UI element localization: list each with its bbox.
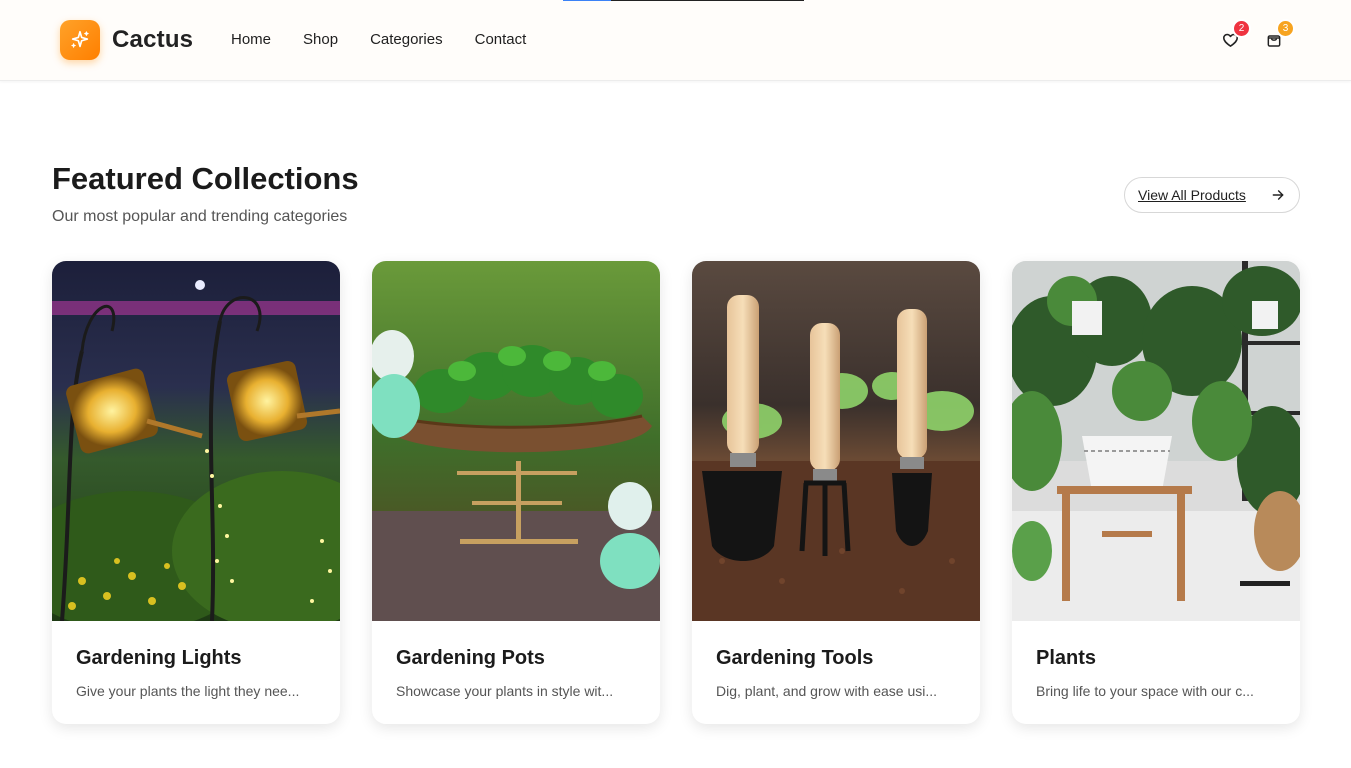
section-subtitle: Our most popular and trending categories (52, 208, 348, 225)
card-description: Bring life to your space with our c... (1036, 683, 1254, 699)
view-all-products-button[interactable]: View All Products (1124, 177, 1300, 213)
card-title: Plants (1036, 647, 1097, 669)
collection-card-gardening-pots[interactable]: Gardening Pots Showcase your plants in s… (372, 261, 660, 724)
card-description: Give your plants the light they nee... (76, 683, 300, 699)
nav-home[interactable]: Home (231, 31, 271, 48)
card-description: Dig, plant, and grow with ease usi... (716, 683, 938, 699)
arrow-right-icon (1272, 190, 1284, 200)
gardening-tools-image (692, 261, 980, 621)
page-loading-bar (563, 0, 804, 1)
main-nav: Home Shop Categories Contact (231, 31, 526, 48)
collection-card-gardening-tools[interactable]: Gardening Tools Dig, plant, and grow wit… (692, 261, 980, 724)
site-header: Cactus Home Shop Categories Contact 2 3 (0, 0, 1351, 81)
card-title: Gardening Tools (716, 647, 874, 669)
gardening-pots-image (372, 261, 660, 621)
collection-card-plants[interactable]: Plants Bring life to your space with our… (1012, 261, 1300, 724)
card-title: Gardening Pots (396, 647, 545, 669)
nav-categories[interactable]: Categories (370, 31, 443, 48)
gardening-lights-image (52, 261, 340, 621)
card-title: Gardening Lights (76, 647, 242, 669)
cart-count-badge: 3 (1276, 19, 1295, 38)
sparkle-icon (60, 20, 100, 60)
plants-image (1012, 261, 1300, 621)
collection-card-gardening-lights[interactable]: Gardening Lights Give your plants the li… (52, 261, 340, 724)
card-description: Showcase your plants in style wit... (396, 683, 614, 699)
brand-name: Cactus (112, 26, 194, 53)
section-title: Featured Collections (52, 161, 359, 196)
view-all-label: View All Products (1138, 187, 1246, 203)
wishlist-count-badge: 2 (1232, 19, 1251, 38)
brand-logo-link[interactable]: Cactus (60, 20, 193, 60)
nav-shop[interactable]: Shop (303, 31, 338, 48)
nav-contact[interactable]: Contact (475, 31, 527, 48)
